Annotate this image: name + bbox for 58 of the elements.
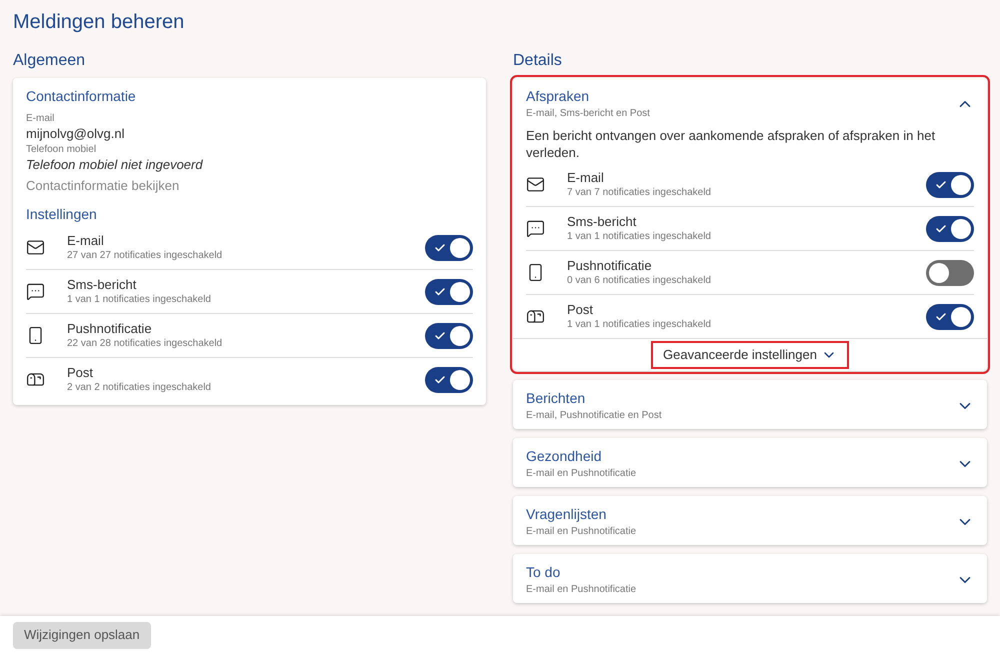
column-heading: Details (513, 51, 563, 71)
channel-count: 27 van 27 notificaties ingeschakeld (67, 249, 224, 263)
page-title: Meldingen beheren (13, 10, 186, 35)
section-subtitle: E-mail en Pushnotificatie (526, 467, 638, 481)
toggle-switch[interactable] (926, 172, 974, 198)
section-description: Een bericht ontvangen over aankomende afspraken of afspraken in het verleden. (526, 127, 936, 161)
field-label: E-mail (26, 112, 56, 125)
save-button[interactable]: Wijzigingen opslaan (13, 622, 151, 648)
channel-name: Pushnotificatie (67, 320, 153, 337)
channel-name: E-mail (567, 169, 605, 186)
card-heading: Contactinformatie (26, 87, 137, 106)
section-subtitle: E-mail, Sms-bericht en Post (526, 107, 651, 121)
section-title[interactable]: To do (526, 562, 956, 582)
toggle-switch[interactable] (926, 260, 974, 286)
channel-count: 22 van 28 notificaties ingeschakeld (67, 337, 224, 351)
field-value: mijnolvg@olvg.nl (26, 125, 126, 143)
check-icon (434, 242, 446, 254)
channel-count: 1 van 1 notificaties ingeschakeld (67, 293, 212, 307)
check-icon (935, 222, 947, 234)
advanced-settings-button[interactable]: Geavanceerde instellingen (651, 341, 849, 369)
toggle-switch[interactable] (926, 216, 974, 242)
channel-count: 0 van 6 notificaties ingeschakeld (567, 274, 712, 288)
section-title[interactable]: Afspraken (526, 86, 956, 106)
check-icon (935, 178, 947, 190)
check-icon (935, 310, 947, 322)
channel-count: 2 van 2 notificaties ingeschakeld (67, 381, 212, 395)
field-value: Telefoon mobiel niet ingevoerd (26, 156, 204, 174)
column-heading: Algemeen (13, 51, 86, 71)
section-title[interactable]: Gezondheid (526, 446, 956, 466)
toggle-switch[interactable] (425, 234, 473, 260)
channel-name: Post (567, 301, 594, 318)
chat-bubble-icon (526, 219, 545, 238)
section-subtitle: E-mail en Pushnotificatie (526, 583, 638, 597)
section-subtitle: E-mail, Pushnotificatie en Post (526, 409, 663, 423)
chat-bubble-icon (26, 282, 45, 301)
toggle-switch[interactable] (425, 366, 473, 392)
toggle-switch[interactable] (425, 278, 473, 304)
field-label: Telefoon mobiel (26, 143, 98, 156)
section-subtitle: E-mail en Pushnotificatie (526, 525, 638, 539)
contact-info-link[interactable]: Contactinformatie bekijken (26, 177, 473, 195)
card-heading: Instellingen (26, 205, 98, 224)
channel-count: 1 van 1 notificaties ingeschakeld (567, 318, 712, 332)
channel-name: Sms-bericht (567, 213, 638, 230)
section-title[interactable]: Berichten (526, 388, 956, 408)
toggle-switch[interactable] (425, 322, 473, 348)
toggle-switch[interactable] (926, 304, 974, 330)
section-title[interactable]: Vragenlijsten (526, 504, 956, 524)
check-icon (434, 374, 446, 386)
channel-name: Pushnotificatie (567, 257, 653, 274)
channel-name: E-mail (67, 232, 105, 249)
envelope-icon (26, 238, 45, 257)
channel-count: 1 van 1 notificaties ingeschakeld (567, 230, 712, 244)
check-icon (434, 330, 446, 342)
check-icon (434, 286, 446, 298)
channel-count: 7 van 7 notificaties ingeschakeld (567, 186, 712, 200)
channel-name: Sms-bericht (67, 276, 138, 293)
envelope-icon (526, 175, 545, 194)
channel-name: Post (67, 364, 94, 381)
